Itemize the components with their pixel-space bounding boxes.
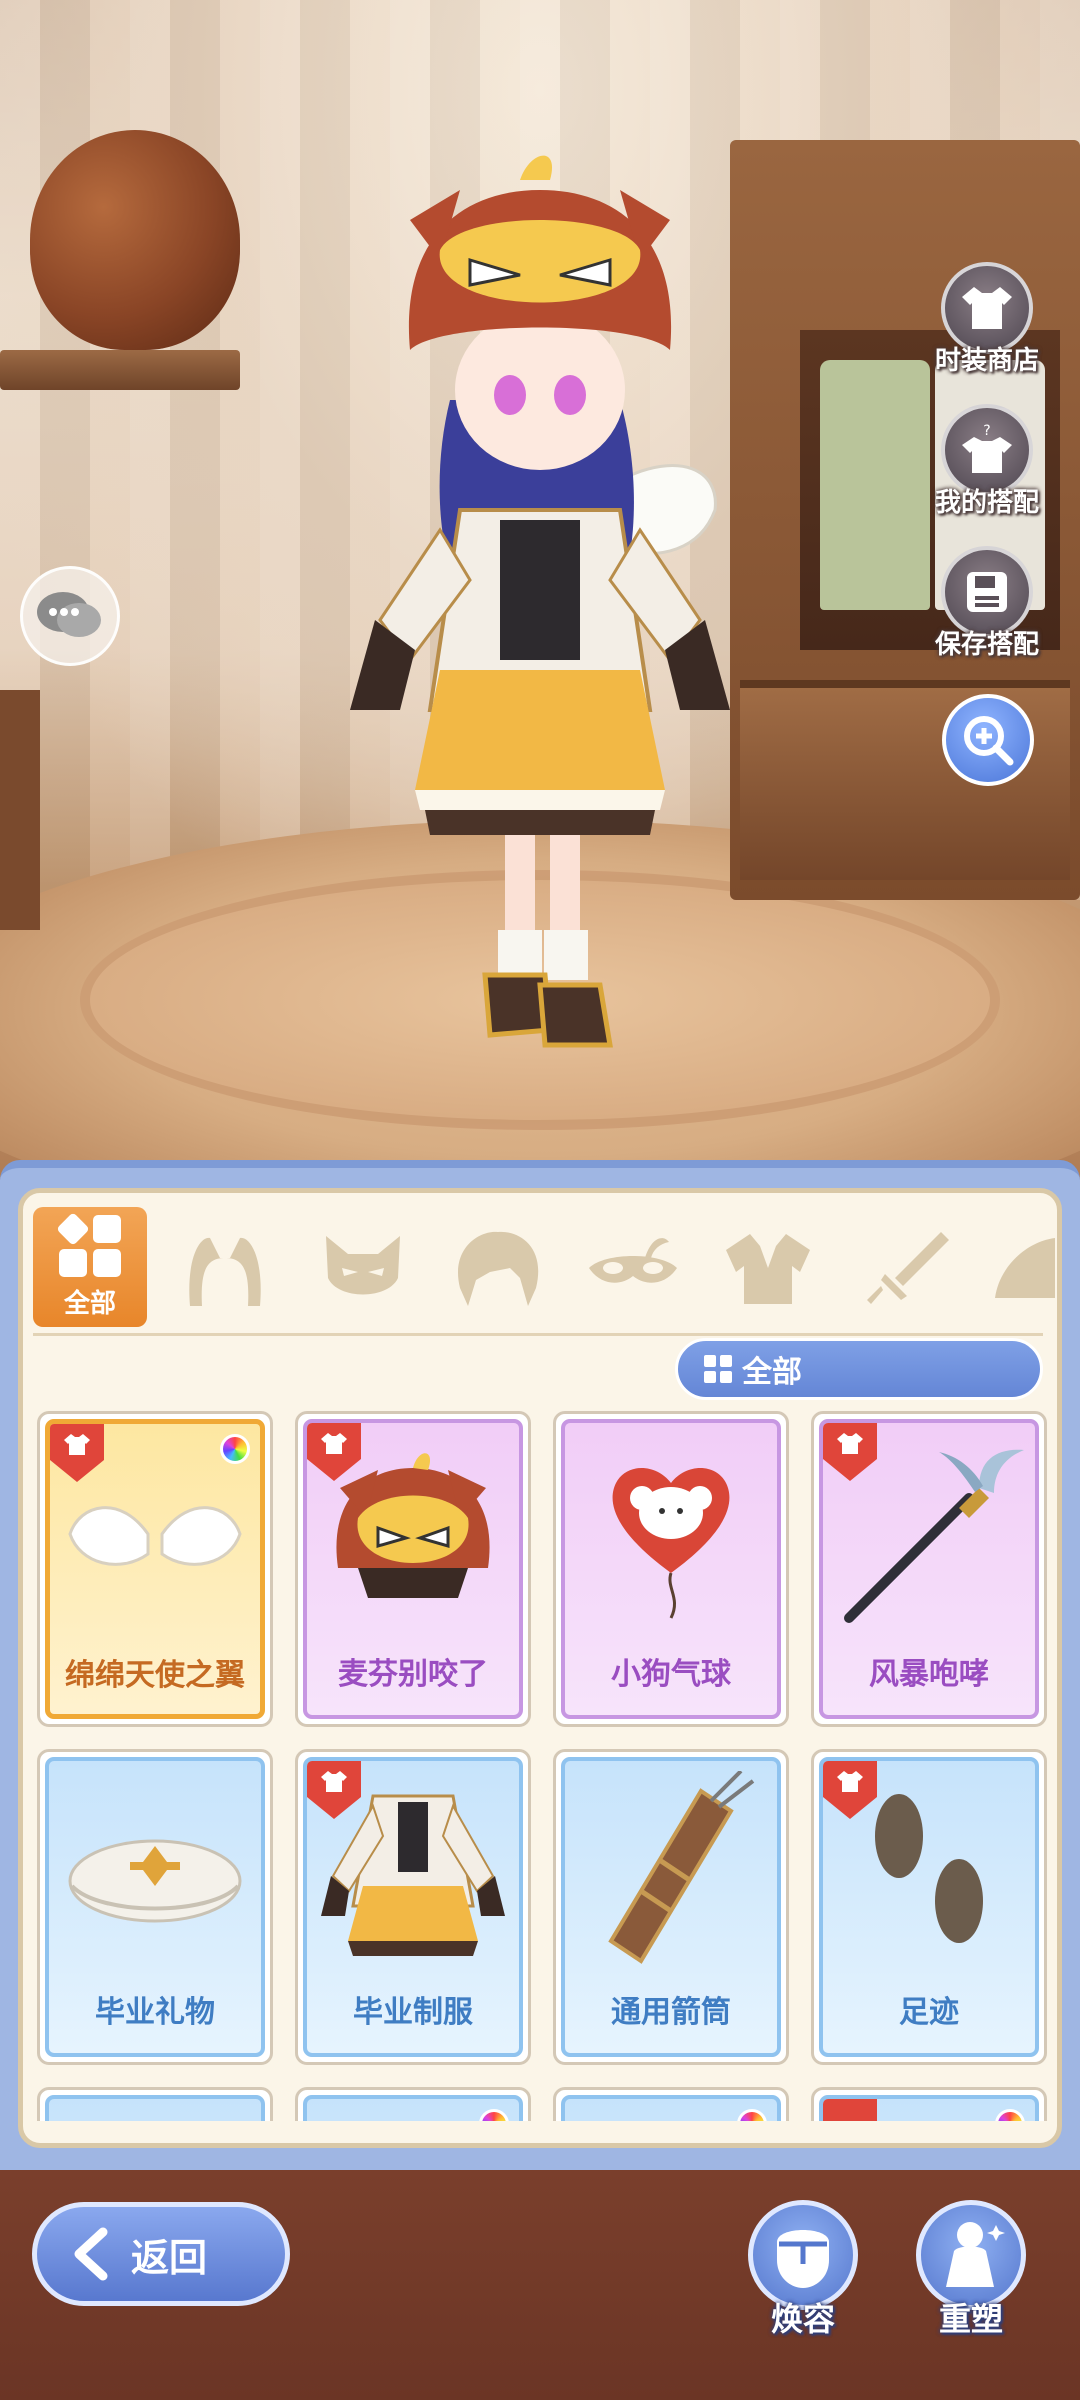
tab-all-label: 全部 <box>63 1288 116 1319</box>
fashion-shop-button[interactable]: 时装商店 <box>922 262 1052 377</box>
mask-icon <box>326 1236 400 1295</box>
dye-rainbow-icon <box>220 1434 250 1464</box>
dye-rainbow-icon <box>995 2109 1025 2121</box>
item-name: 麦芬别咬了 <box>338 1657 488 1692</box>
tab-hair[interactable] <box>448 1223 548 1313</box>
item-name: 小狗气球 <box>611 1657 731 1692</box>
my-outfits-button[interactable]: ? 我的搭配 <box>922 404 1052 519</box>
item-card-face: 小狗气球 <box>561 1419 781 1719</box>
item-card[interactable]: 毕业制服 <box>295 1749 531 2065</box>
item-name: 通用箭筒 <box>611 1995 731 2030</box>
item-card-face <box>561 2095 781 2121</box>
item-card-face: 通用箭筒 <box>561 1757 781 2057</box>
item-card[interactable] <box>37 2087 273 2121</box>
item-card[interactable]: 足迹 <box>811 1749 1047 2065</box>
shirt-badge-icon <box>837 1433 863 1454</box>
wardrobe-panel-inner: 全部 全部 绵绵天使之翼 麦芬别咬了 小狗气球 风暴咆哮 毕业礼物 毕业制服 通… <box>18 1188 1062 2148</box>
item-card[interactable]: 毕业礼物 <box>37 1749 273 2065</box>
item-card-face <box>303 2095 523 2121</box>
item-card[interactable] <box>295 2087 531 2121</box>
item-card[interactable]: 小狗气球 <box>553 1411 789 1727</box>
chat-button[interactable] <box>20 566 120 666</box>
item-card-face: 绵绵天使之翼 <box>45 1419 265 1719</box>
clothes-icon <box>726 1234 810 1304</box>
dog-balloon-icon <box>565 1423 777 1643</box>
item-card[interactable] <box>811 2087 1047 2121</box>
tab-mask[interactable] <box>313 1223 413 1313</box>
shirt-badge-icon <box>837 1771 863 1792</box>
all-grid-icon <box>56 1211 121 1277</box>
zoom-in-button[interactable] <box>942 694 1034 786</box>
tab-weapon[interactable] <box>858 1223 958 1313</box>
item-card[interactable] <box>553 2087 789 2121</box>
tab-all[interactable]: 全部 <box>33 1207 147 1327</box>
tabs-divider <box>33 1333 1043 1336</box>
fashion-shop-label: 时装商店 <box>934 346 1039 376</box>
item-card-face: 风暴咆哮 <box>819 1419 1039 1719</box>
owned-ribbon <box>823 2099 877 2121</box>
shirt-badge-icon <box>321 1433 347 1454</box>
quiver-icon <box>565 1761 777 1981</box>
makeover-label: 焕容 <box>770 2300 835 2338</box>
dye-rainbow-icon <box>479 2109 509 2121</box>
eyewear-icon <box>589 1238 677 1283</box>
hair-icon <box>458 1231 539 1306</box>
wooden-stool <box>0 690 40 930</box>
item-card-face: 毕业礼物 <box>45 1757 265 2057</box>
item-card[interactable]: 麦芬别咬了 <box>295 1411 531 1727</box>
item-card-face: 毕业制服 <box>303 1757 523 2057</box>
my-outfits-label: 我的搭配 <box>934 488 1039 518</box>
item-name: 绵绵天使之翼 <box>65 1658 245 1693</box>
save-outfit-label: 保存搭配 <box>934 630 1039 660</box>
character-scene <box>0 0 1080 1180</box>
chat-bubble-icon <box>37 592 101 637</box>
reshape-button[interactable]: 重塑 <box>906 2200 1036 2340</box>
tab-clothes[interactable] <box>718 1223 818 1313</box>
item-card-face <box>819 2095 1039 2121</box>
item-card[interactable]: 绵绵天使之翼 <box>37 1411 273 1727</box>
tab-ears[interactable] <box>175 1223 275 1313</box>
hanging-cloth-green <box>820 360 930 610</box>
player-character[interactable] <box>320 150 760 1100</box>
filter-label: 全部 <box>742 1355 802 1390</box>
item-card[interactable]: 风暴咆哮 <box>811 1411 1047 1727</box>
weapon-icon <box>867 1232 949 1304</box>
item-name: 足迹 <box>899 1995 959 2030</box>
save-outfit-button[interactable]: 保存搭配 <box>922 546 1052 661</box>
svg-text:?: ? <box>983 423 990 439</box>
item-card-face <box>45 2095 265 2121</box>
clay-pot <box>30 130 240 350</box>
shirt-badge-icon <box>64 1434 90 1455</box>
item-name: 毕业礼物 <box>95 1995 215 2030</box>
item-name: 毕业制服 <box>353 1995 473 2030</box>
back-arrow-icon <box>74 2227 108 2281</box>
back-button[interactable]: 返回 <box>32 2202 290 2306</box>
more-icon <box>995 1238 1055 1298</box>
reshape-label: 重塑 <box>938 2300 1003 2338</box>
back-label: 返回 <box>131 2235 208 2280</box>
tab-eyewear[interactable] <box>583 1223 683 1313</box>
bottom-bar: 返回 焕容 重塑 <box>0 2170 1080 2400</box>
makeover-button[interactable]: 焕容 <box>738 2200 868 2340</box>
item-card-face: 麦芬别咬了 <box>303 1419 523 1719</box>
filter-dropdown[interactable]: 全部 <box>675 1338 1043 1400</box>
item-name: 风暴咆哮 <box>869 1657 989 1692</box>
item-card-face: 足迹 <box>819 1757 1039 2057</box>
magnifier-plus-icon <box>964 716 1014 766</box>
filter-grid-icon <box>704 1355 732 1383</box>
item-card[interactable]: 通用箭筒 <box>553 1749 789 2065</box>
item-grid: 绵绵天使之翼 麦芬别咬了 小狗气球 风暴咆哮 毕业礼物 毕业制服 通用箭筒 足迹 <box>37 1411 1047 2121</box>
tab-more[interactable] <box>983 1223 1057 1313</box>
shirt-badge-icon <box>321 1771 347 1792</box>
category-tabs: 全部 <box>23 1193 1057 1336</box>
wooden-shelf <box>0 350 240 390</box>
beret-icon <box>49 1761 261 1981</box>
dye-rainbow-icon <box>737 2109 767 2121</box>
wardrobe-panel: 全部 全部 绵绵天使之翼 麦芬别咬了 小狗气球 风暴咆哮 毕业礼物 毕业制服 通… <box>0 1160 1080 2170</box>
ears-icon <box>189 1237 261 1306</box>
